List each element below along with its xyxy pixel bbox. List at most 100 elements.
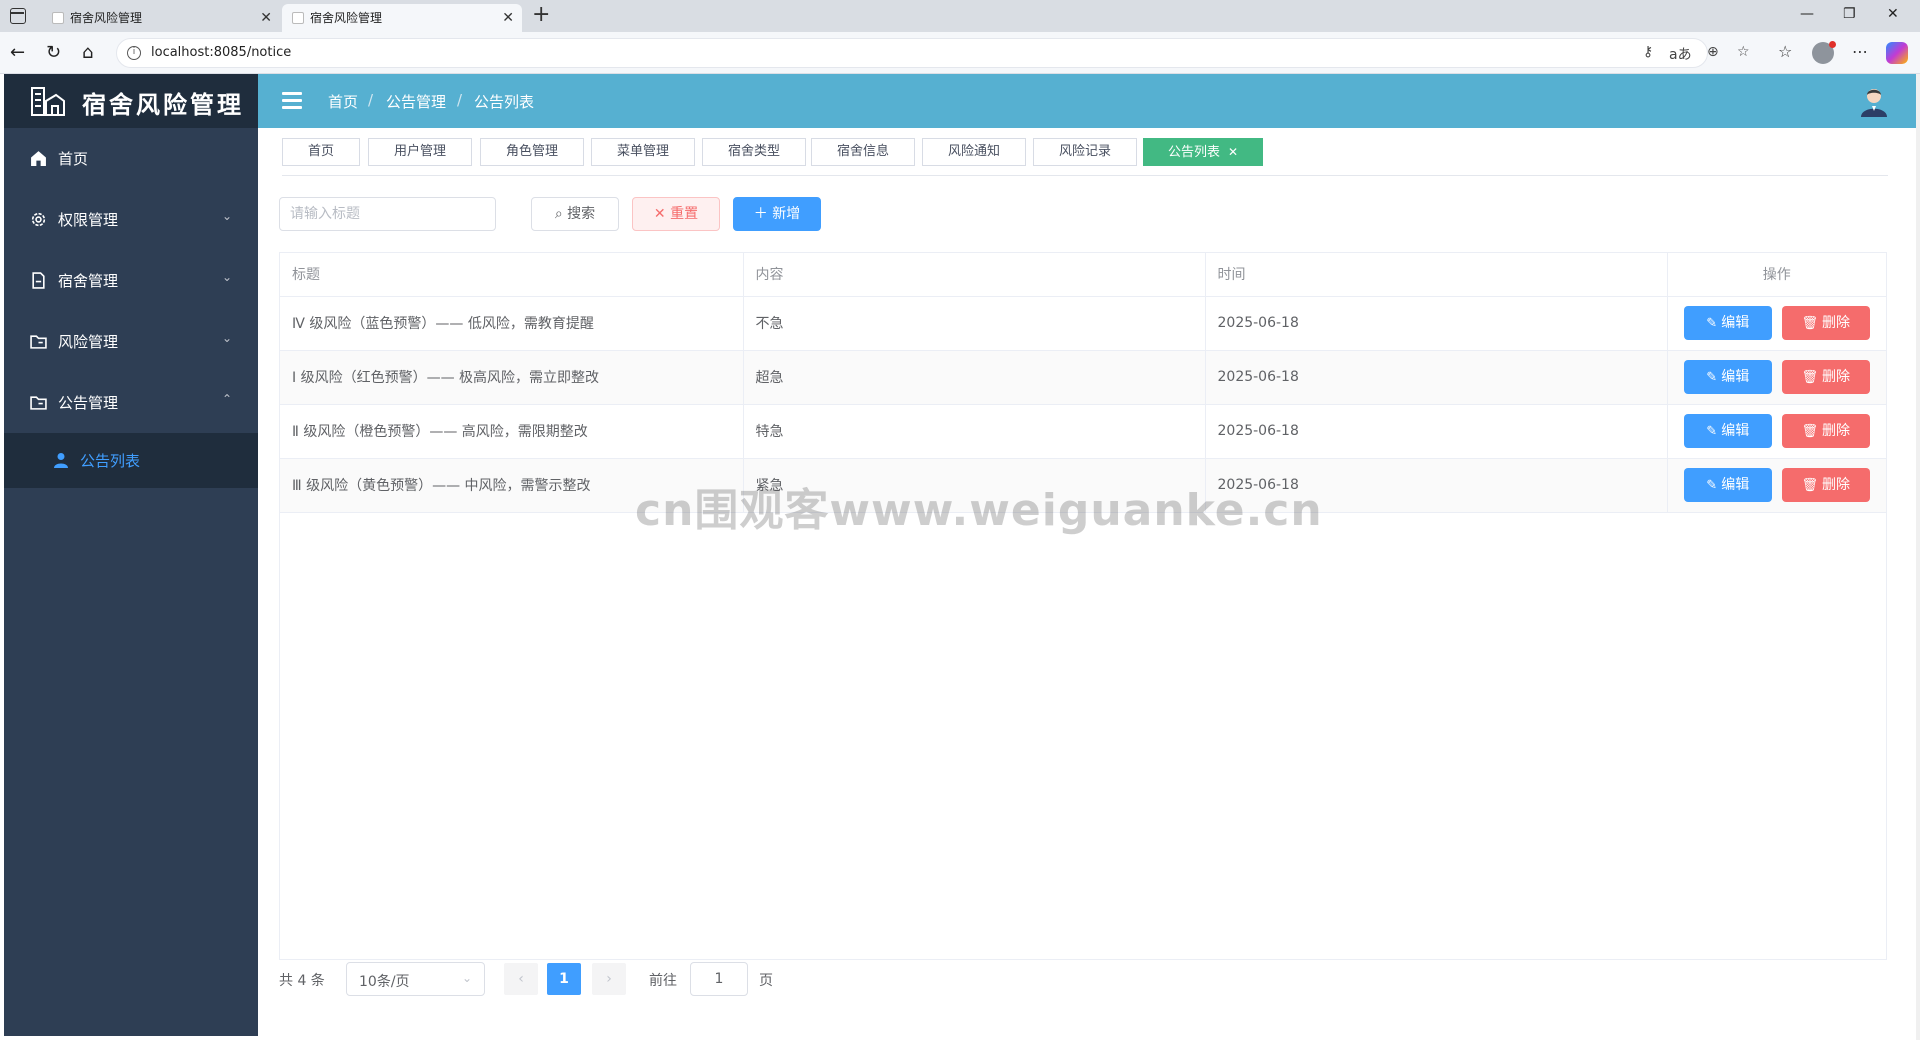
user-icon xyxy=(54,453,68,468)
user-avatar[interactable] xyxy=(1858,85,1890,117)
cell-title: Ⅳ 级风险（蓝色预警）—— 低风险，需教育提醒 xyxy=(280,296,744,351)
search-button[interactable]: ⌕ 搜索 xyxy=(531,197,619,231)
tag-dorm-info[interactable]: 宿舍信息 xyxy=(811,138,915,166)
browser-tab-title: 宿舍风险管理 xyxy=(70,11,143,25)
edit-icon: ✎ xyxy=(1706,316,1718,331)
title-search-input[interactable] xyxy=(279,197,496,231)
close-tag-icon[interactable]: ✕ xyxy=(1228,145,1238,159)
close-window-icon[interactable]: ✕ xyxy=(1887,6,1899,22)
cell-content: 超急 xyxy=(743,350,1206,405)
favorites-icon[interactable]: ☆ xyxy=(1778,42,1792,61)
logo-area: 宿舍风险管理 xyxy=(4,74,258,128)
edit-button-label: 编辑 xyxy=(1721,315,1750,331)
tag-risk-records[interactable]: 风险记录 xyxy=(1033,138,1137,166)
tag-notice-list[interactable]: 公告列表 ✕ xyxy=(1143,138,1263,166)
browser-tab-2[interactable]: 宿舍风险管理 ✕ xyxy=(282,4,522,32)
cell-title: Ⅰ 级风险（红色预警）—— 极高风险，需立即整改 xyxy=(280,350,744,405)
back-icon[interactable]: ← xyxy=(10,42,25,63)
delete-button-label: 删除 xyxy=(1822,369,1850,385)
sidebar-item-home[interactable]: 首页 xyxy=(4,128,258,189)
tag-menus[interactable]: 菜单管理 xyxy=(591,138,695,166)
more-menu-icon[interactable]: ⋯ xyxy=(1852,42,1868,61)
browser-tab-1[interactable]: 宿舍风险管理 ✕ xyxy=(42,4,280,32)
delete-button[interactable]: 🗑 删除 xyxy=(1781,468,1870,502)
new-tab-icon[interactable]: + xyxy=(532,2,550,27)
cell-actions: ✎ 编辑 🗑 删除 xyxy=(1667,350,1886,405)
favorite-star-icon[interactable]: ☆ xyxy=(1737,44,1750,60)
plus-icon: ＋ xyxy=(753,206,773,222)
add-button[interactable]: ＋ 新增 xyxy=(733,197,821,231)
breadcrumb-notice-mgmt[interactable]: 公告管理 xyxy=(386,91,446,112)
sidebar-item-label: 风险管理 xyxy=(58,333,119,351)
app-title: 宿舍风险管理 xyxy=(82,91,244,119)
edit-button-label: 编辑 xyxy=(1721,477,1750,493)
translate-icon[interactable]: aあ xyxy=(1669,44,1692,64)
browser-tab-title: 宿舍风险管理 xyxy=(310,11,383,25)
reset-button[interactable]: ✕ 重置 xyxy=(632,197,720,231)
tag-risk-notice[interactable]: 风险通知 xyxy=(922,138,1026,166)
page-size-select[interactable]: 10条/页 ⌄ xyxy=(346,962,485,996)
trash-icon: 🗑 xyxy=(1801,316,1818,331)
delete-button[interactable]: 🗑 删除 xyxy=(1781,360,1870,394)
notice-table: 标题 内容 时间 操作 Ⅳ 级风险（蓝色预警）—— 低风险，需教育提醒 不急 2… xyxy=(279,252,1887,960)
url-field[interactable]: i localhost:8085/notice ⚷ aあ ⊕ ☆ xyxy=(116,38,1750,68)
home-icon xyxy=(31,151,46,166)
copilot-icon[interactable] xyxy=(1886,42,1908,64)
tag-roles[interactable]: 角色管理 xyxy=(480,138,584,166)
column-header-time: 时间 xyxy=(1205,253,1668,297)
home-browser-icon[interactable]: ⌂ xyxy=(82,42,93,63)
restore-icon[interactable]: ❐ xyxy=(1843,6,1856,22)
page-scrollbar[interactable] xyxy=(1916,74,1920,1040)
edit-icon: ✎ xyxy=(1706,424,1718,439)
close-tab-icon[interactable]: ✕ xyxy=(502,4,514,32)
breadcrumb-home[interactable]: 首页 xyxy=(328,91,358,112)
page-number-current[interactable]: 1 xyxy=(547,963,581,995)
edit-button[interactable]: ✎ 编辑 xyxy=(1683,414,1772,448)
edit-button[interactable]: ✎ 编辑 xyxy=(1683,468,1772,502)
tab-actions-icon[interactable] xyxy=(10,8,26,24)
sidebar-subitem-notice-list[interactable]: 公告列表 xyxy=(4,433,258,488)
delete-button[interactable]: 🗑 删除 xyxy=(1781,306,1870,340)
sidebar-item-dorm[interactable]: 宿舍管理 ⌄ xyxy=(4,250,258,311)
sidebar-item-risk[interactable]: 风险管理 ⌄ xyxy=(4,311,258,372)
pagination-total: 共 4 条 xyxy=(279,973,325,989)
sidebar-item-permissions[interactable]: 权限管理 ⌄ xyxy=(4,189,258,250)
cell-actions: ✎ 编辑 🗑 删除 xyxy=(1667,296,1886,351)
browser-tabbar: 宿舍风险管理 ✕ 宿舍风险管理 ✕ + — ❐ ✕ xyxy=(0,0,1920,32)
trash-icon: 🗑 xyxy=(1801,424,1818,439)
sidebar-item-notice[interactable]: 公告管理 ⌃ xyxy=(4,372,258,433)
edit-button[interactable]: ✎ 编辑 xyxy=(1683,360,1772,394)
close-tab-icon[interactable]: ✕ xyxy=(260,4,272,32)
table-row: Ⅱ 级风险（橙色预警）—— 高风险，需限期整改 特急 2025-06-18 ✎ 编… xyxy=(280,404,1886,459)
delete-button[interactable]: 🗑 删除 xyxy=(1781,414,1870,448)
trash-icon: 🗑 xyxy=(1801,370,1818,385)
sidebar-item-label: 公告管理 xyxy=(58,394,119,412)
edit-button-label: 编辑 xyxy=(1721,423,1750,439)
tag-home[interactable]: 首页 xyxy=(282,138,360,166)
breadcrumb-separator: / xyxy=(457,91,463,109)
goto-page-input[interactable] xyxy=(690,962,748,996)
building-logo-icon xyxy=(31,87,65,116)
edit-icon: ✎ xyxy=(1706,370,1718,385)
search-icon: ⌕ xyxy=(554,206,568,222)
next-page-button[interactable]: › xyxy=(592,963,626,995)
reset-button-label: 重置 xyxy=(670,206,699,222)
minimize-icon[interactable]: — xyxy=(1800,6,1814,22)
cell-actions: ✎ 编辑 🗑 删除 xyxy=(1667,404,1886,459)
folder-icon xyxy=(30,335,47,349)
zoom-icon[interactable]: ⊕ xyxy=(1707,44,1719,60)
key-icon[interactable]: ⚷ xyxy=(1643,44,1653,60)
hamburger-menu-icon[interactable] xyxy=(282,92,302,109)
site-info-icon[interactable]: i xyxy=(127,46,141,60)
table-header-row: 标题 内容 时间 操作 xyxy=(280,253,1886,297)
address-bar: ← ↻ ⌂ i localhost:8085/notice ⚷ aあ ⊕ ☆ ☆… xyxy=(0,32,1920,74)
edit-button[interactable]: ✎ 编辑 xyxy=(1683,306,1772,340)
chevron-up-icon: ⌃ xyxy=(221,392,232,406)
tag-dorm-types[interactable]: 宿舍类型 xyxy=(702,138,806,166)
prev-page-button[interactable]: ‹ xyxy=(504,963,538,995)
tag-users[interactable]: 用户管理 xyxy=(368,138,472,166)
reload-icon[interactable]: ↻ xyxy=(46,42,61,63)
column-header-actions: 操作 xyxy=(1667,253,1886,297)
page-favicon-icon xyxy=(292,12,304,24)
profile-avatar-icon[interactable] xyxy=(1812,41,1836,64)
